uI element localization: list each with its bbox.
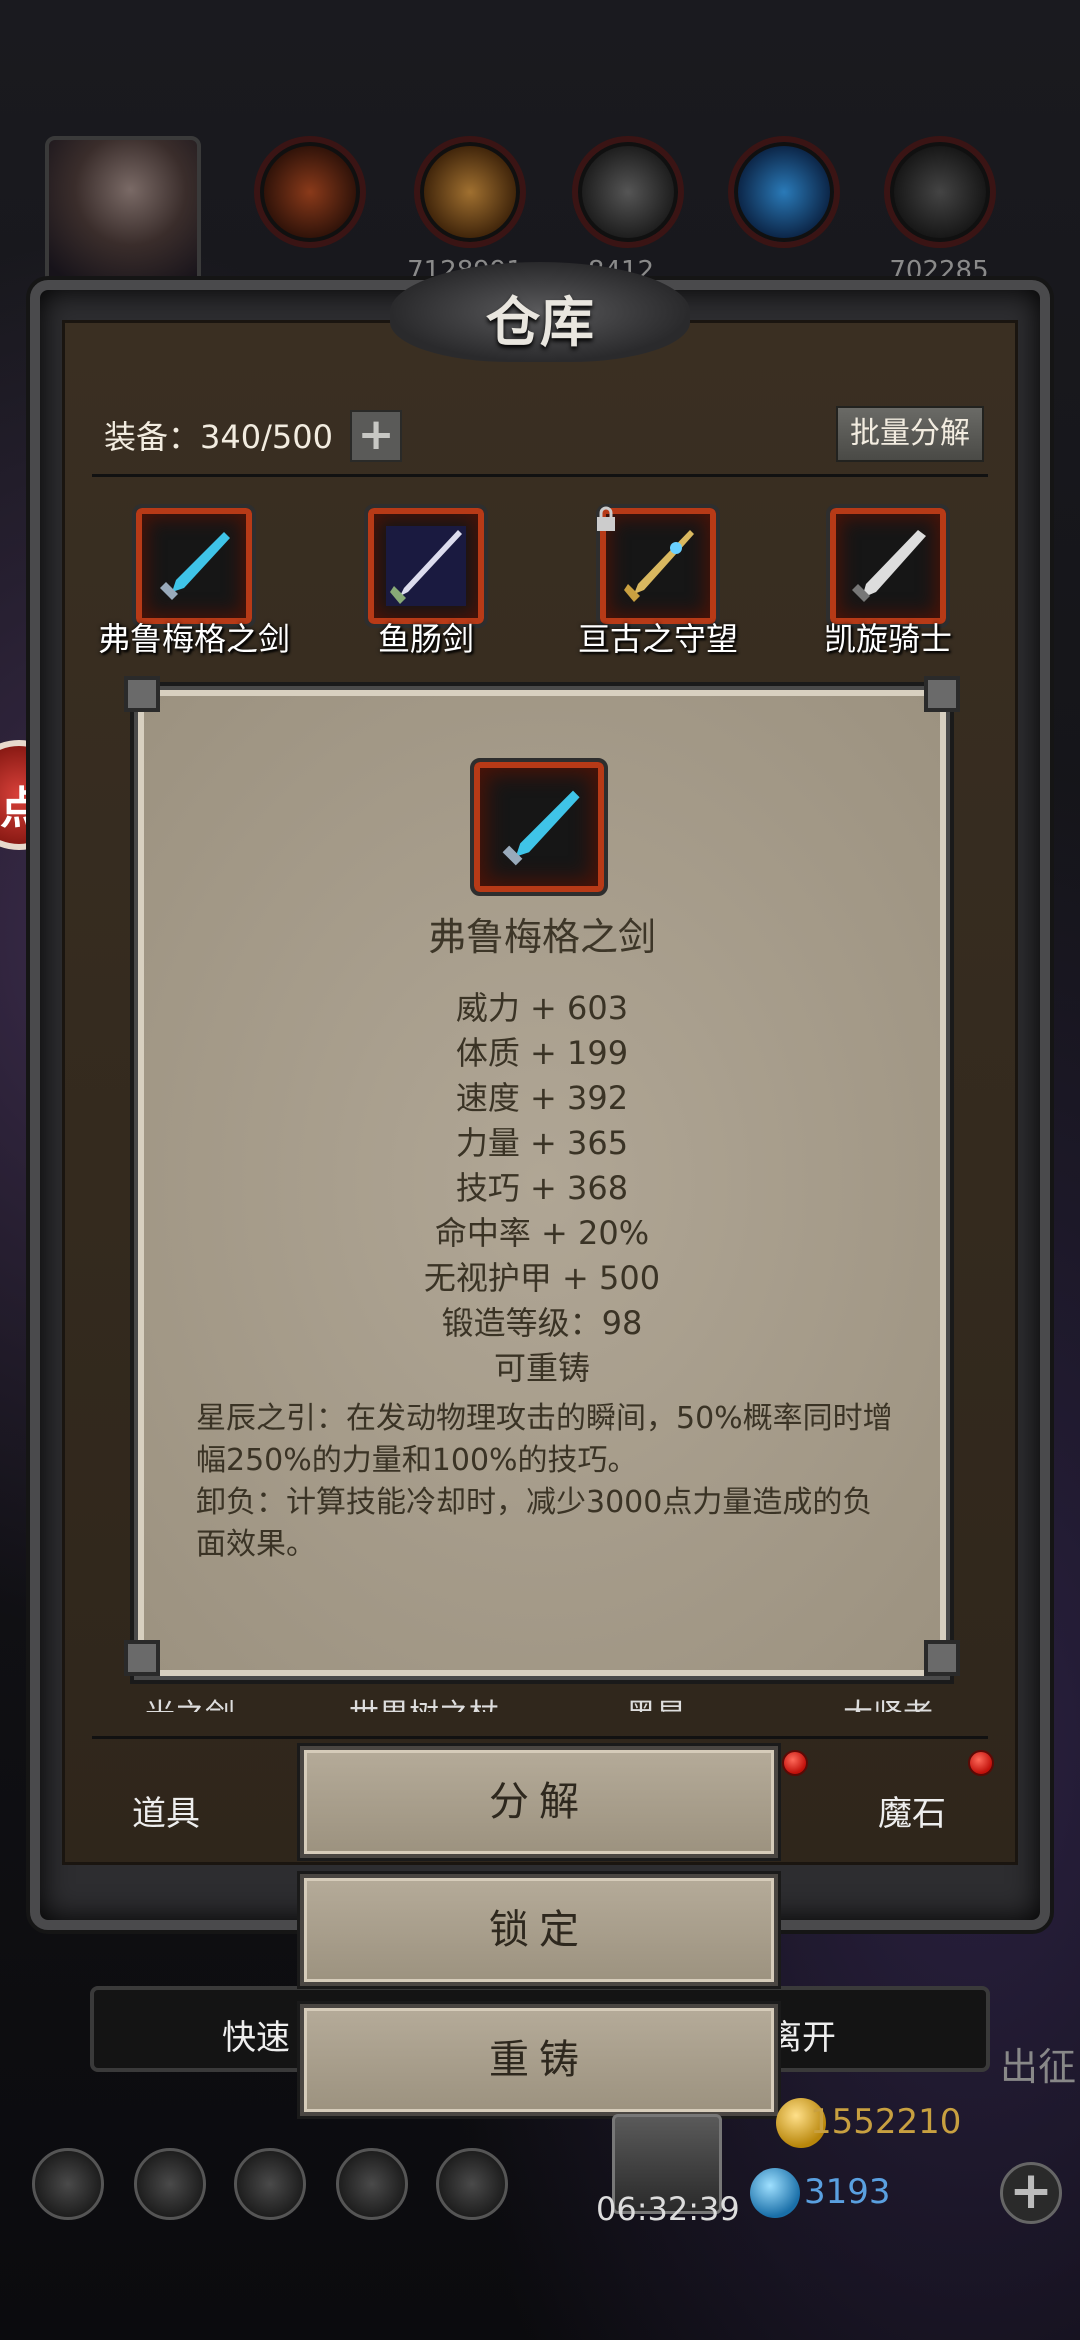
chest-timer: 06:32:39 bbox=[596, 2190, 740, 2228]
castle-icon[interactable] bbox=[234, 2148, 306, 2220]
stone-resource-icon bbox=[572, 136, 684, 248]
item-name: 亘古之守望 bbox=[577, 620, 738, 658]
item-name: 大贤者 bbox=[798, 1690, 978, 1712]
notification-dot bbox=[968, 1750, 994, 1776]
blue-sword-icon bbox=[160, 532, 230, 600]
bulk-decompose-button[interactable]: 批量分解 bbox=[836, 406, 984, 462]
gem-amount: 3193 bbox=[804, 2172, 891, 2212]
tab-magic-stones[interactable]: 魔石 bbox=[878, 1786, 946, 1835]
expand-capacity-button[interactable]: + bbox=[350, 410, 402, 462]
gem-icon bbox=[750, 2168, 800, 2218]
item-slot[interactable] bbox=[364, 504, 488, 628]
lock-button[interactable]: 锁定 bbox=[300, 1874, 778, 1986]
stat-speed: 速度 + 392 bbox=[455, 1079, 629, 1117]
stat-reforgeable: 可重铸 bbox=[493, 1349, 590, 1387]
stat-power: 威力 + 603 bbox=[455, 989, 629, 1027]
blue-sword-icon bbox=[502, 790, 580, 866]
item-name: 鱼肠剑 bbox=[377, 620, 474, 658]
silver-sword-icon bbox=[852, 530, 926, 602]
notification-dot bbox=[782, 1750, 808, 1776]
cube-icon[interactable] bbox=[436, 2148, 508, 2220]
panel-corner bbox=[124, 1640, 160, 1676]
panel-corner bbox=[924, 676, 960, 712]
item-name: 光之剑 bbox=[100, 1690, 280, 1712]
detail-item-name: 弗鲁梅格之剑 bbox=[427, 915, 656, 959]
divider bbox=[92, 474, 988, 477]
stat-skill: 技巧 + 368 bbox=[455, 1169, 629, 1207]
equipment-capacity: 装备：340/500 bbox=[104, 418, 333, 456]
tab-items[interactable]: 道具 bbox=[132, 1786, 200, 1835]
item-name: 凯旋骑士 bbox=[823, 620, 952, 658]
stat-constitution: 体质 + 199 bbox=[455, 1034, 629, 1072]
item-description: 星辰之引：在发动物理攻击的瞬间，50%概率同时增幅250%的力量和100%的技巧… bbox=[196, 1398, 896, 1566]
player-avatar[interactable] bbox=[45, 136, 201, 286]
fish-sword-icon bbox=[386, 526, 466, 606]
iron-resource-icon bbox=[884, 136, 996, 248]
item-name: 黑星 bbox=[566, 1690, 746, 1712]
divider bbox=[92, 1736, 988, 1739]
item-slot[interactable] bbox=[132, 504, 256, 628]
wood-resource-icon bbox=[414, 136, 526, 248]
stat-strength: 力量 + 365 bbox=[455, 1124, 629, 1162]
panel-corner bbox=[924, 1640, 960, 1676]
gear-icon[interactable] bbox=[32, 2148, 104, 2220]
panel-corner bbox=[124, 676, 160, 712]
gold-amount: 1552210 bbox=[810, 2102, 962, 2142]
item-slot[interactable] bbox=[826, 504, 950, 628]
depart-button[interactable]: 出征 bbox=[1000, 2036, 1076, 2091]
quick-button[interactable]: 快速 bbox=[222, 2010, 290, 2059]
skill-description: 星辰之引：在发动物理攻击的瞬间，50%概率同时增幅250%的力量和100%的技巧… bbox=[196, 1401, 893, 1478]
add-currency-button[interactable]: + bbox=[1000, 2162, 1062, 2224]
golden-sword-icon bbox=[624, 530, 694, 602]
meat-resource-icon bbox=[254, 136, 366, 248]
mail-icon[interactable] bbox=[336, 2148, 408, 2220]
reforge-button[interactable]: 重铸 bbox=[300, 2004, 778, 2116]
shield-icon[interactable] bbox=[134, 2148, 206, 2220]
item-name: 弗鲁梅格之剑 bbox=[97, 620, 290, 658]
page-title: 仓库 bbox=[486, 291, 594, 354]
detail-item-slot bbox=[470, 758, 608, 896]
stat-list: 威力 + 603 体质 + 199 速度 + 392 力量 + 365 技巧 +… bbox=[138, 986, 946, 1391]
leave-button[interactable]: 离开 bbox=[768, 2010, 836, 2059]
stat-forge-level: 锻造等级：98 bbox=[441, 1304, 643, 1342]
stat-armor-ignore: 无视护甲 + 500 bbox=[423, 1259, 661, 1297]
crystal-resource-icon bbox=[728, 136, 840, 248]
stat-hit-rate: 命中率 + 20% bbox=[434, 1214, 650, 1252]
item-name: 世界树之杖 bbox=[334, 1690, 514, 1712]
passive-description: 卸负：计算技能冷却时，减少3000点力量造成的负面效果。 bbox=[196, 1485, 873, 1562]
decompose-button[interactable]: 分解 bbox=[300, 1746, 778, 1858]
lock-icon bbox=[597, 506, 615, 531]
